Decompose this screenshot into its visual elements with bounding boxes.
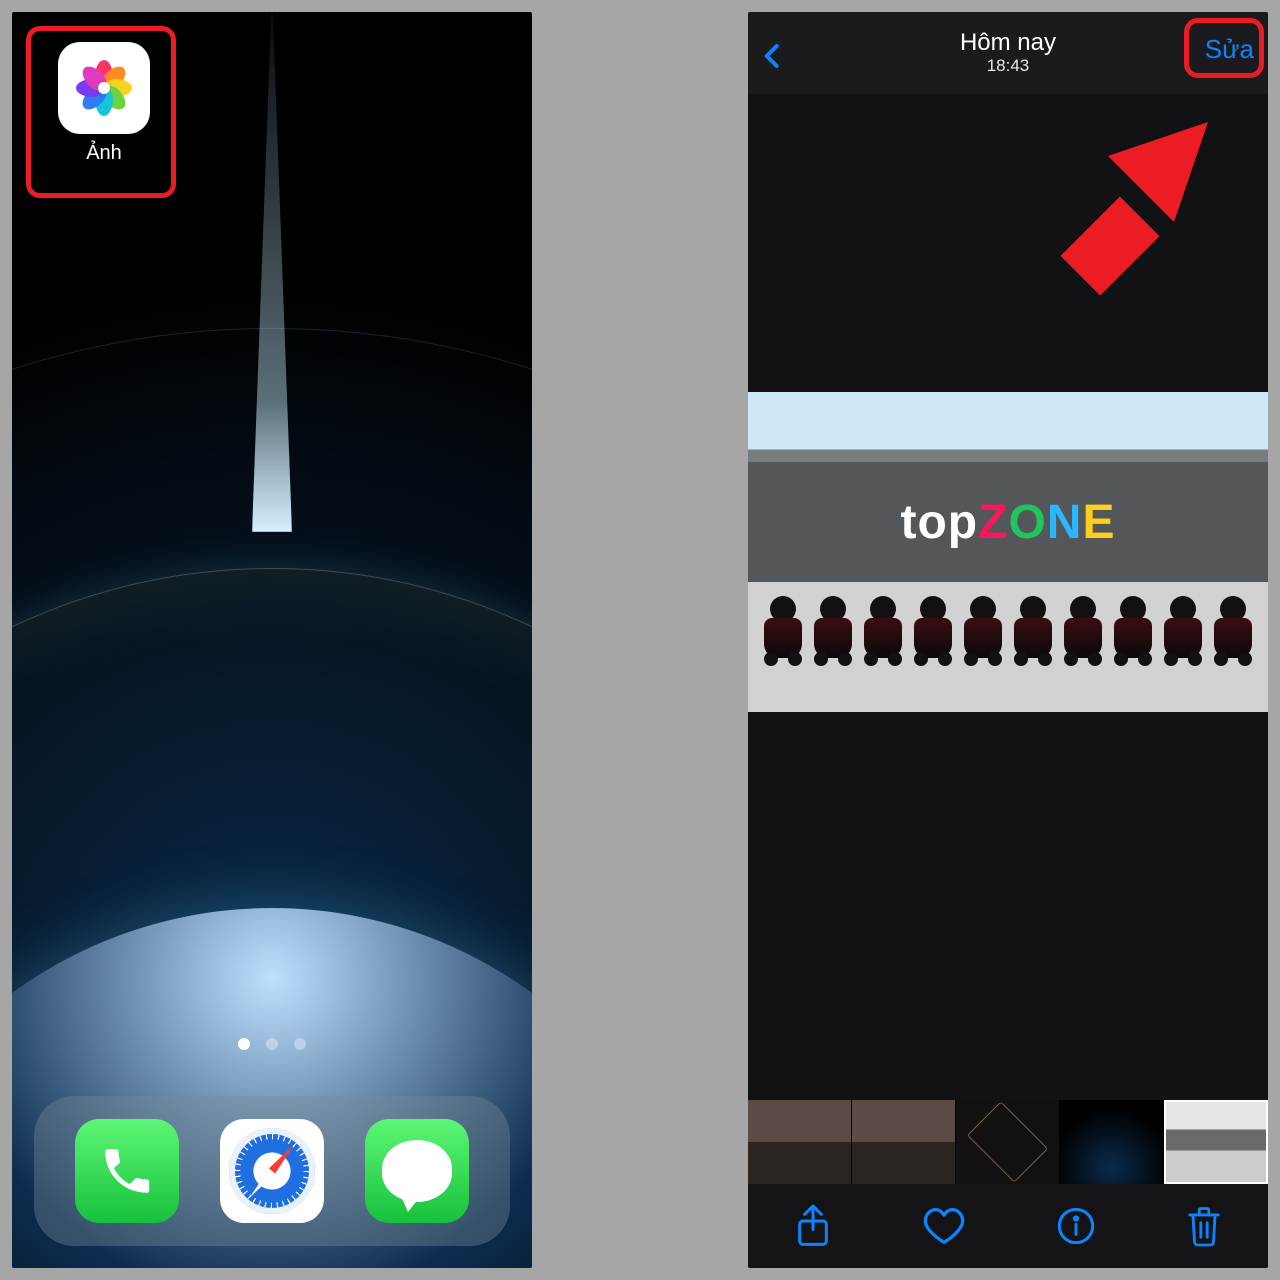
heart-icon (922, 1206, 966, 1246)
thumbnail-2[interactable] (852, 1100, 956, 1184)
dock (34, 1096, 510, 1246)
page-indicator[interactable] (238, 1038, 306, 1050)
pane-photos-viewer: Hôm nay 18:43 Sửa topZONE (748, 12, 1268, 1268)
messages-icon (382, 1140, 452, 1202)
trash-icon (1185, 1205, 1223, 1247)
nav-subtitle: 18:43 (960, 56, 1056, 76)
filmstrip[interactable] (748, 1100, 1268, 1184)
thumbnail-3[interactable] (956, 1100, 1060, 1184)
bottom-toolbar (748, 1184, 1268, 1268)
page-dot-1[interactable] (238, 1038, 250, 1050)
annotation-box-edit (1184, 18, 1264, 78)
page-dot-2[interactable] (266, 1038, 278, 1050)
share-button[interactable] (793, 1204, 833, 1248)
store-sign: topZONE (748, 462, 1268, 582)
app-phone[interactable] (75, 1119, 179, 1223)
photo-main[interactable]: topZONE (748, 392, 1268, 712)
app-messages[interactable] (365, 1119, 469, 1223)
back-button[interactable] (758, 36, 788, 76)
photo-subject (748, 592, 1268, 712)
info-button[interactable] (1056, 1206, 1096, 1246)
annotation-arrow (1038, 122, 1208, 312)
phone-icon (98, 1142, 156, 1200)
page-dot-3[interactable] (294, 1038, 306, 1050)
chevron-left-icon (758, 36, 788, 76)
trash-button[interactable] (1185, 1205, 1223, 1247)
thumbnail-1[interactable] (748, 1100, 852, 1184)
thumbnail-4[interactable] (1060, 1100, 1164, 1184)
favorite-button[interactable] (922, 1206, 966, 1246)
info-icon (1056, 1206, 1096, 1246)
safari-icon (229, 1128, 315, 1214)
share-icon (793, 1204, 833, 1248)
app-safari[interactable] (220, 1119, 324, 1223)
annotation-box-photos (26, 26, 176, 198)
pane-home-screen: Ảnh (12, 12, 532, 1268)
nav-title: Hôm nay (960, 30, 1056, 56)
thumbnail-5-selected[interactable] (1164, 1100, 1268, 1184)
